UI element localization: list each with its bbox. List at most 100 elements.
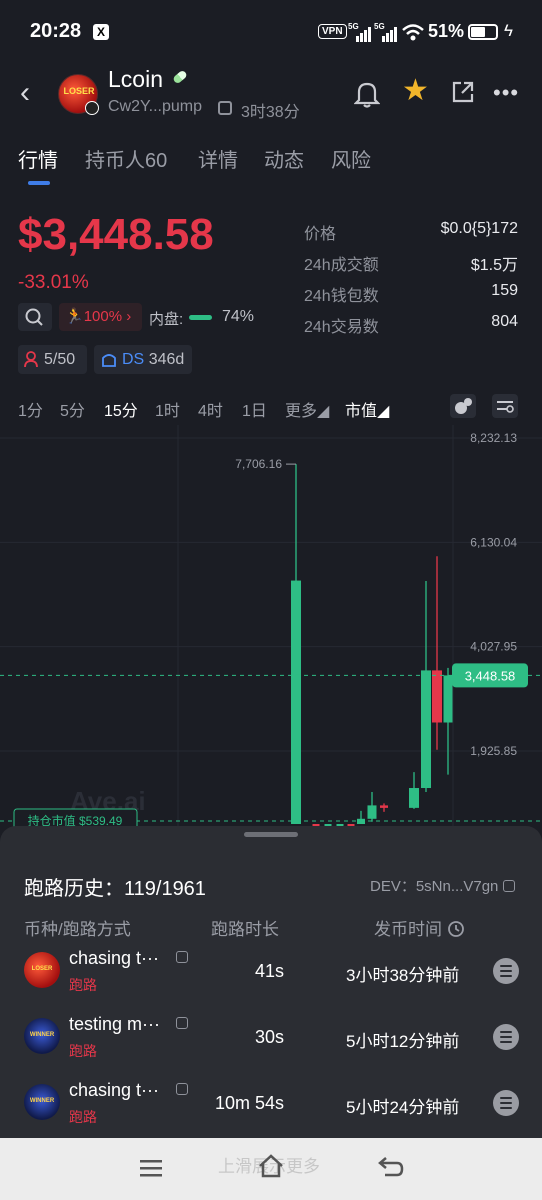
tab-activity[interactable]: 动态 — [264, 144, 304, 173]
y-tick-label: 8,232.13 — [470, 431, 517, 445]
col-header-coin: 币种/跑路方式 — [24, 920, 131, 939]
sheet-handle[interactable] — [244, 832, 298, 837]
candle-body — [421, 670, 431, 789]
coin-name: Lcoin — [108, 66, 163, 92]
col-header-duration: 跑路时长 — [211, 920, 279, 939]
current-price: $3,448.58 — [18, 210, 214, 259]
stat-value: 159 — [491, 282, 518, 299]
row-coin-avatar: LOSER — [24, 952, 60, 988]
coin-avatar: LOSER — [58, 74, 99, 115]
row-coin-avatar: WINNER — [24, 1084, 60, 1120]
wifi-icon — [402, 24, 424, 41]
interval-4h[interactable]: 4时 — [198, 397, 223, 421]
battery-icon — [468, 24, 498, 40]
chain-badge-icon — [85, 101, 99, 115]
candle-body — [432, 670, 442, 723]
candle-body — [380, 805, 388, 808]
copy-icon[interactable] — [502, 880, 515, 892]
status-time: 20:28 — [30, 20, 82, 42]
rug-ratio-value: 100% — [83, 308, 123, 325]
interval-more[interactable]: 更多◢ — [285, 397, 329, 421]
more-icon[interactable]: ••• — [493, 80, 519, 106]
inner-market-label: 内盘: — [149, 311, 184, 328]
stat-label: 24h钱包数 — [304, 288, 379, 305]
row-rug-tag: 跑路 — [69, 1109, 97, 1125]
stat-value: $0.0{5}172 — [440, 220, 518, 237]
x-app-icon: X — [93, 24, 109, 40]
copy-icon[interactable] — [176, 1083, 188, 1095]
vpn-icon: VPN — [318, 24, 347, 39]
cell-signal-icon: 5G — [348, 22, 372, 42]
indicator-settings-icon[interactable] — [450, 394, 476, 418]
row-more-icon[interactable] — [493, 1090, 519, 1116]
stat-label: 价格 — [304, 226, 337, 243]
y-tick-label: 1,925.85 — [470, 744, 517, 758]
row-coin-name[interactable]: chasing t··· — [69, 1080, 159, 1101]
status-bar: 20:28 X VPN 5G 5G 51% ϟ — [0, 0, 542, 62]
charging-icon: ϟ — [504, 21, 513, 40]
row-coin-name[interactable]: testing m··· — [69, 1014, 160, 1035]
stat-value: 804 — [491, 313, 518, 330]
price-chart[interactable]: 8,232.13 6,130.04 4,027.95 1,925.85 Ave.ai 7,… — [0, 425, 542, 830]
share-icon[interactable] — [451, 80, 475, 104]
cell-signal-icon: 5G — [374, 22, 398, 42]
contract-address[interactable]: Cw2Y...pump — [108, 98, 202, 116]
interval-1m[interactable]: 1分 — [18, 397, 43, 421]
dev-address[interactable]: DEV：5sNn...V7gn — [370, 875, 515, 896]
price-change: -33.01% — [18, 272, 89, 293]
tab-risk[interactable]: 风险 — [331, 144, 371, 173]
row-launch-time: 3小时38分钟前 — [346, 966, 460, 985]
back-nav-icon[interactable] — [377, 1154, 405, 1180]
interval-mcap[interactable]: 市值◢ — [345, 397, 389, 421]
row-rug-tag: 跑路 — [69, 1043, 97, 1059]
row-more-icon[interactable] — [493, 958, 519, 984]
tab-details[interactable]: 详情 — [198, 144, 238, 173]
row-duration: 30s — [254, 1027, 284, 1047]
interval-1h[interactable]: 1时 — [155, 397, 180, 421]
row-coin-name[interactable]: chasing t··· — [69, 948, 159, 969]
interval-15m[interactable]: 15分 — [104, 397, 138, 421]
row-coin-avatar: WINNER — [24, 1018, 60, 1054]
copy-icon[interactable] — [176, 951, 188, 963]
home-icon[interactable] — [256, 1152, 286, 1180]
high-label: 7,706.16 — [235, 457, 282, 471]
current-price-label: 3,448.58 — [465, 668, 516, 683]
user-icon — [24, 351, 38, 368]
runner-icon: 🏃 — [65, 308, 84, 325]
stat-label: 24h成交额 — [304, 257, 379, 274]
copy-icon[interactable] — [176, 1017, 188, 1029]
row-launch-time: 5小时12分钟前 — [346, 1032, 460, 1051]
stat-label: 24h交易数 — [304, 319, 379, 336]
clock-icon — [447, 921, 464, 937]
search-button[interactable] — [18, 303, 52, 331]
inner-market-percent: 74% — [222, 308, 255, 325]
y-tick-label: 4,027.95 — [470, 640, 517, 654]
dexscreener-chip[interactable]: DS 346d — [94, 345, 192, 374]
y-tick-label: 6,130.04 — [470, 535, 517, 549]
candle-body — [291, 580, 301, 824]
col-header-launch-time[interactable]: 发币时间 — [374, 915, 465, 940]
search-icon — [25, 308, 43, 326]
interval-5m[interactable]: 5分 — [60, 397, 85, 421]
menu-icon[interactable] — [138, 1156, 164, 1180]
back-icon[interactable]: ‹ — [20, 78, 30, 108]
candle-body — [443, 675, 453, 723]
favorite-star-icon[interactable]: ★ — [402, 73, 429, 108]
pill-icon — [172, 69, 188, 85]
tab-market[interactable]: 行情 — [18, 144, 58, 173]
candle-body — [367, 805, 377, 819]
tab-holders[interactable]: 持币人60 — [85, 144, 167, 173]
row-rug-tag: 跑路 — [69, 977, 97, 993]
rug-ratio-button[interactable]: 🏃100% › — [59, 303, 142, 331]
bell-icon[interactable] — [354, 80, 380, 108]
holders-chip[interactable]: 5/50 — [18, 345, 87, 374]
row-duration: 10m 54s — [214, 1093, 284, 1113]
inner-market-progress — [189, 315, 212, 320]
copy-icon[interactable] — [218, 101, 232, 115]
coin-age: 3时38分 — [241, 104, 300, 121]
row-more-icon[interactable] — [493, 1024, 519, 1050]
candlestick-chart[interactable]: 8,232.136,130.044,027.951,925.85Ave.ai7,… — [0, 425, 542, 830]
interval-1d[interactable]: 1日 — [242, 397, 267, 421]
chart-settings-icon[interactable] — [492, 394, 518, 418]
tab-indicator — [28, 181, 50, 185]
